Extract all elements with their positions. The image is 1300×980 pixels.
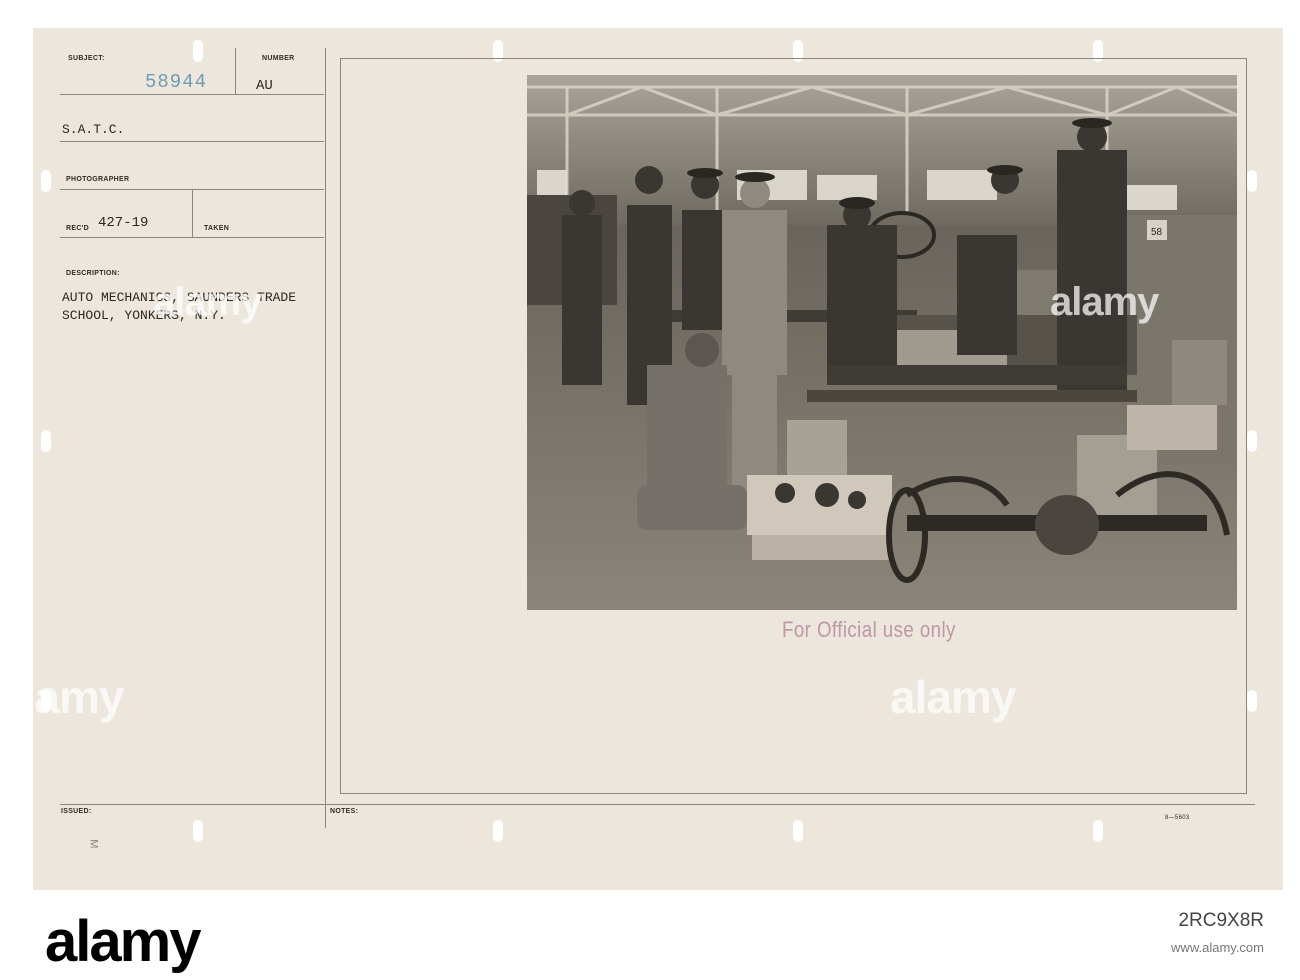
- form-code: 8—5603: [1165, 815, 1190, 821]
- punch-hole: [41, 430, 51, 452]
- photo-frame-left: [340, 58, 341, 794]
- image-id: 2RC9X8R: [1178, 910, 1264, 931]
- margin-mark: M: [87, 839, 100, 849]
- subject-number: 58944: [145, 71, 208, 93]
- punch-hole: [41, 170, 51, 192]
- issued-label: ISSUED:: [61, 808, 92, 815]
- number-value: AU: [256, 78, 273, 94]
- punch-hole: [493, 820, 503, 842]
- banner-logo[interactable]: alamy: [45, 908, 201, 975]
- notes-label: NOTES:: [330, 808, 359, 815]
- watermark-text: alamy: [1050, 280, 1159, 324]
- subject-label: SUBJECT:: [68, 55, 105, 62]
- rule-number-divider: [235, 48, 236, 94]
- rule-bottom: [60, 804, 1255, 805]
- rule-unit: [60, 141, 324, 142]
- punch-hole: [1247, 170, 1257, 192]
- watermark-text: alamy: [0, 671, 124, 723]
- punch-hole: [193, 820, 203, 842]
- photo-frame-bottom: [340, 793, 1247, 794]
- watermark-text: alamy: [153, 280, 262, 324]
- taken-label: TAKEN: [204, 225, 230, 232]
- official-use-stamp: For Official use only: [782, 617, 956, 642]
- rule-subject: [60, 94, 324, 95]
- punch-hole: [1247, 690, 1257, 712]
- photographer-label: PHOTOGRAPHER: [66, 176, 130, 183]
- punch-hole: [193, 40, 203, 62]
- workshop-photo-illustration: 58: [527, 75, 1237, 610]
- description-label: DESCRIPTION:: [66, 270, 120, 277]
- photograph: 58: [527, 75, 1237, 610]
- banner-url[interactable]: www.alamy.com: [1171, 940, 1264, 955]
- photo-frame-right: [1246, 58, 1247, 794]
- recd-label: REC'D: [66, 225, 89, 232]
- punch-hole: [793, 820, 803, 842]
- svg-text:58: 58: [1151, 227, 1163, 238]
- unit-text: S.A.T.C.: [62, 122, 125, 137]
- punch-hole: [1093, 820, 1103, 842]
- recd-value: 427-19: [98, 215, 149, 231]
- rule-recd: [60, 237, 324, 238]
- watermark-text: alamy: [890, 671, 1016, 723]
- number-label: NUMBER: [262, 55, 295, 62]
- photo-frame-top: [340, 58, 1247, 59]
- rule-taken-divider: [192, 189, 193, 237]
- rule-left-column: [325, 48, 326, 828]
- punch-hole: [1247, 430, 1257, 452]
